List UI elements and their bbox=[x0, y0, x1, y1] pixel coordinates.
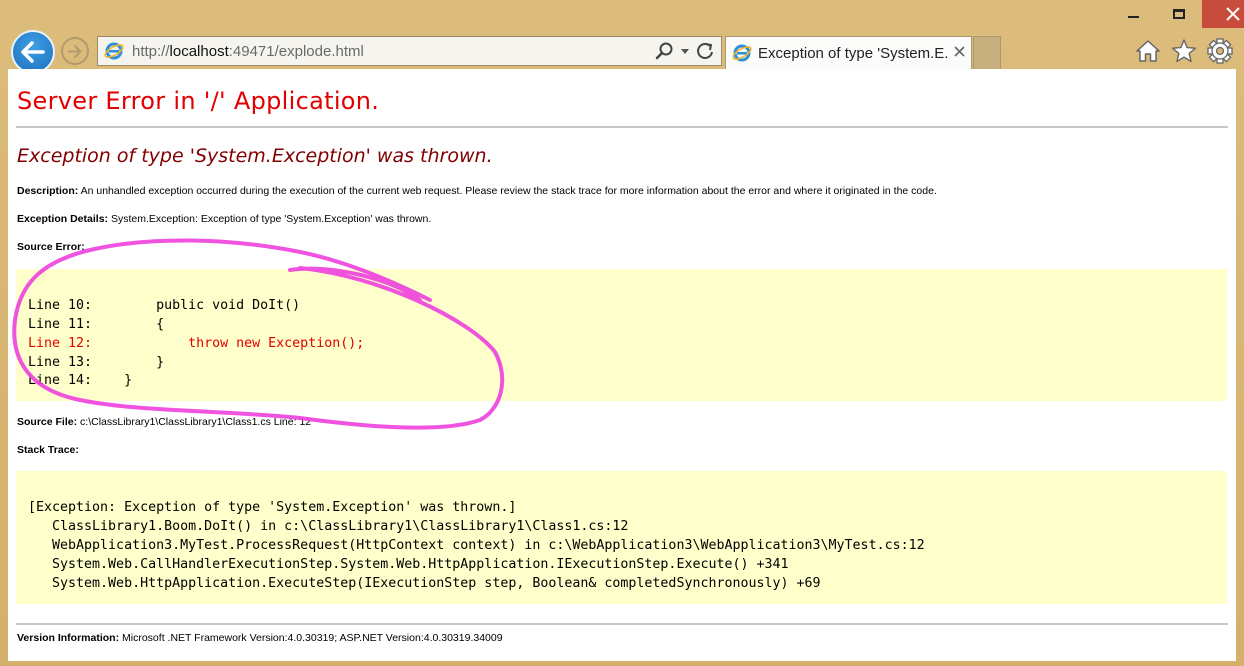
close-icon bbox=[1226, 7, 1240, 21]
favorites-button[interactable] bbox=[1170, 37, 1197, 64]
close-icon bbox=[954, 46, 965, 57]
stack-trace-label: Stack Trace: bbox=[17, 444, 79, 456]
description-line: Description: An unhandled exception occu… bbox=[17, 185, 937, 197]
source-error-line: Source Error: bbox=[17, 241, 85, 253]
new-tab-button[interactable] bbox=[973, 36, 1001, 69]
source-file-line: Source File: c:\ClassLibrary1\ClassLibra… bbox=[17, 416, 311, 428]
home-button[interactable] bbox=[1134, 37, 1161, 64]
exception-title: Exception of type 'System.Exception' was… bbox=[17, 145, 493, 167]
dropdown-icon[interactable] bbox=[679, 41, 691, 61]
divider bbox=[16, 623, 1228, 625]
ie-logo-icon bbox=[104, 42, 124, 60]
stack-line: System.Web.HttpApplication.ExecuteStep(I… bbox=[28, 576, 821, 591]
favorites-star-icon bbox=[1171, 38, 1196, 62]
source-line: Line 14: } bbox=[28, 373, 133, 388]
tab-close-button[interactable] bbox=[954, 44, 965, 61]
version-info-line: Version Information: Microsoft .NET Fram… bbox=[17, 632, 503, 644]
stack-line: [Exception: Exception of type 'System.Ex… bbox=[28, 500, 517, 515]
page-title: Server Error in '/' Application. bbox=[17, 87, 380, 115]
maximize-icon bbox=[1173, 9, 1185, 19]
settings-button[interactable] bbox=[1206, 37, 1233, 64]
stack-line: WebApplication3.MyTest.ProcessRequest(Ht… bbox=[28, 538, 925, 553]
close-window-button[interactable] bbox=[1202, 0, 1244, 28]
search-icon[interactable] bbox=[655, 41, 675, 61]
source-code-box: Line 10: public void DoIt() Line 11: { L… bbox=[16, 269, 1227, 401]
stack-trace-box: [Exception: Exception of type 'System.Ex… bbox=[16, 471, 1227, 604]
maximize-button[interactable] bbox=[1156, 0, 1202, 28]
window-controls bbox=[1110, 0, 1244, 28]
back-arrow-icon bbox=[21, 41, 45, 63]
stack-line: ClassLibrary1.Boom.DoIt() in c:\ClassLib… bbox=[28, 519, 629, 534]
browser-window-frame: http://localhost:49471/explode.html Exce… bbox=[0, 0, 1244, 666]
exception-details-line: Exception Details: System.Exception: Exc… bbox=[17, 213, 431, 225]
exception-details-text: System.Exception: Exception of type 'Sys… bbox=[110, 213, 432, 225]
version-info-text: Microsoft .NET Framework Version:4.0.303… bbox=[122, 632, 503, 644]
settings-gear-icon bbox=[1206, 37, 1233, 64]
url-text: http://localhost:49471/explode.html bbox=[132, 42, 364, 60]
toolbar-right bbox=[1134, 37, 1233, 64]
tab-title: Exception of type 'System.E... bbox=[758, 44, 948, 62]
exception-details-label: Exception Details: bbox=[17, 213, 109, 225]
page-content: Server Error in '/' Application. Excepti… bbox=[8, 69, 1236, 661]
source-error-label: Source Error: bbox=[17, 241, 85, 253]
source-file-label: Source File: bbox=[17, 416, 78, 428]
forward-button[interactable] bbox=[61, 37, 89, 65]
divider bbox=[16, 126, 1228, 128]
source-line: Line 11: { bbox=[28, 317, 165, 332]
source-line: Line 13: } bbox=[28, 355, 165, 370]
home-icon bbox=[1135, 39, 1160, 62]
address-bar[interactable]: http://localhost:49471/explode.html bbox=[97, 36, 722, 66]
source-line-error: Line 12: throw new Exception(); bbox=[28, 336, 365, 351]
minimize-icon bbox=[1127, 16, 1139, 18]
description-label: Description: bbox=[17, 185, 79, 197]
ie-logo-icon bbox=[732, 44, 752, 62]
tab-exception[interactable]: Exception of type 'System.E... bbox=[725, 36, 972, 69]
version-info-label: Version Information: bbox=[17, 632, 120, 644]
source-file-text: c:\ClassLibrary1\ClassLibrary1\Class1.cs… bbox=[80, 416, 312, 428]
back-button[interactable] bbox=[11, 30, 55, 74]
source-line: Line 10: public void DoIt() bbox=[28, 298, 301, 313]
description-text: An unhandled exception occurred during t… bbox=[80, 185, 937, 197]
address-tools bbox=[655, 41, 715, 61]
refresh-icon[interactable] bbox=[695, 41, 715, 61]
minimize-button[interactable] bbox=[1110, 0, 1156, 28]
forward-arrow-icon bbox=[68, 44, 82, 58]
stack-trace-line: Stack Trace: bbox=[17, 444, 79, 456]
stack-line: System.Web.CallHandlerExecutionStep.Syst… bbox=[28, 557, 789, 572]
